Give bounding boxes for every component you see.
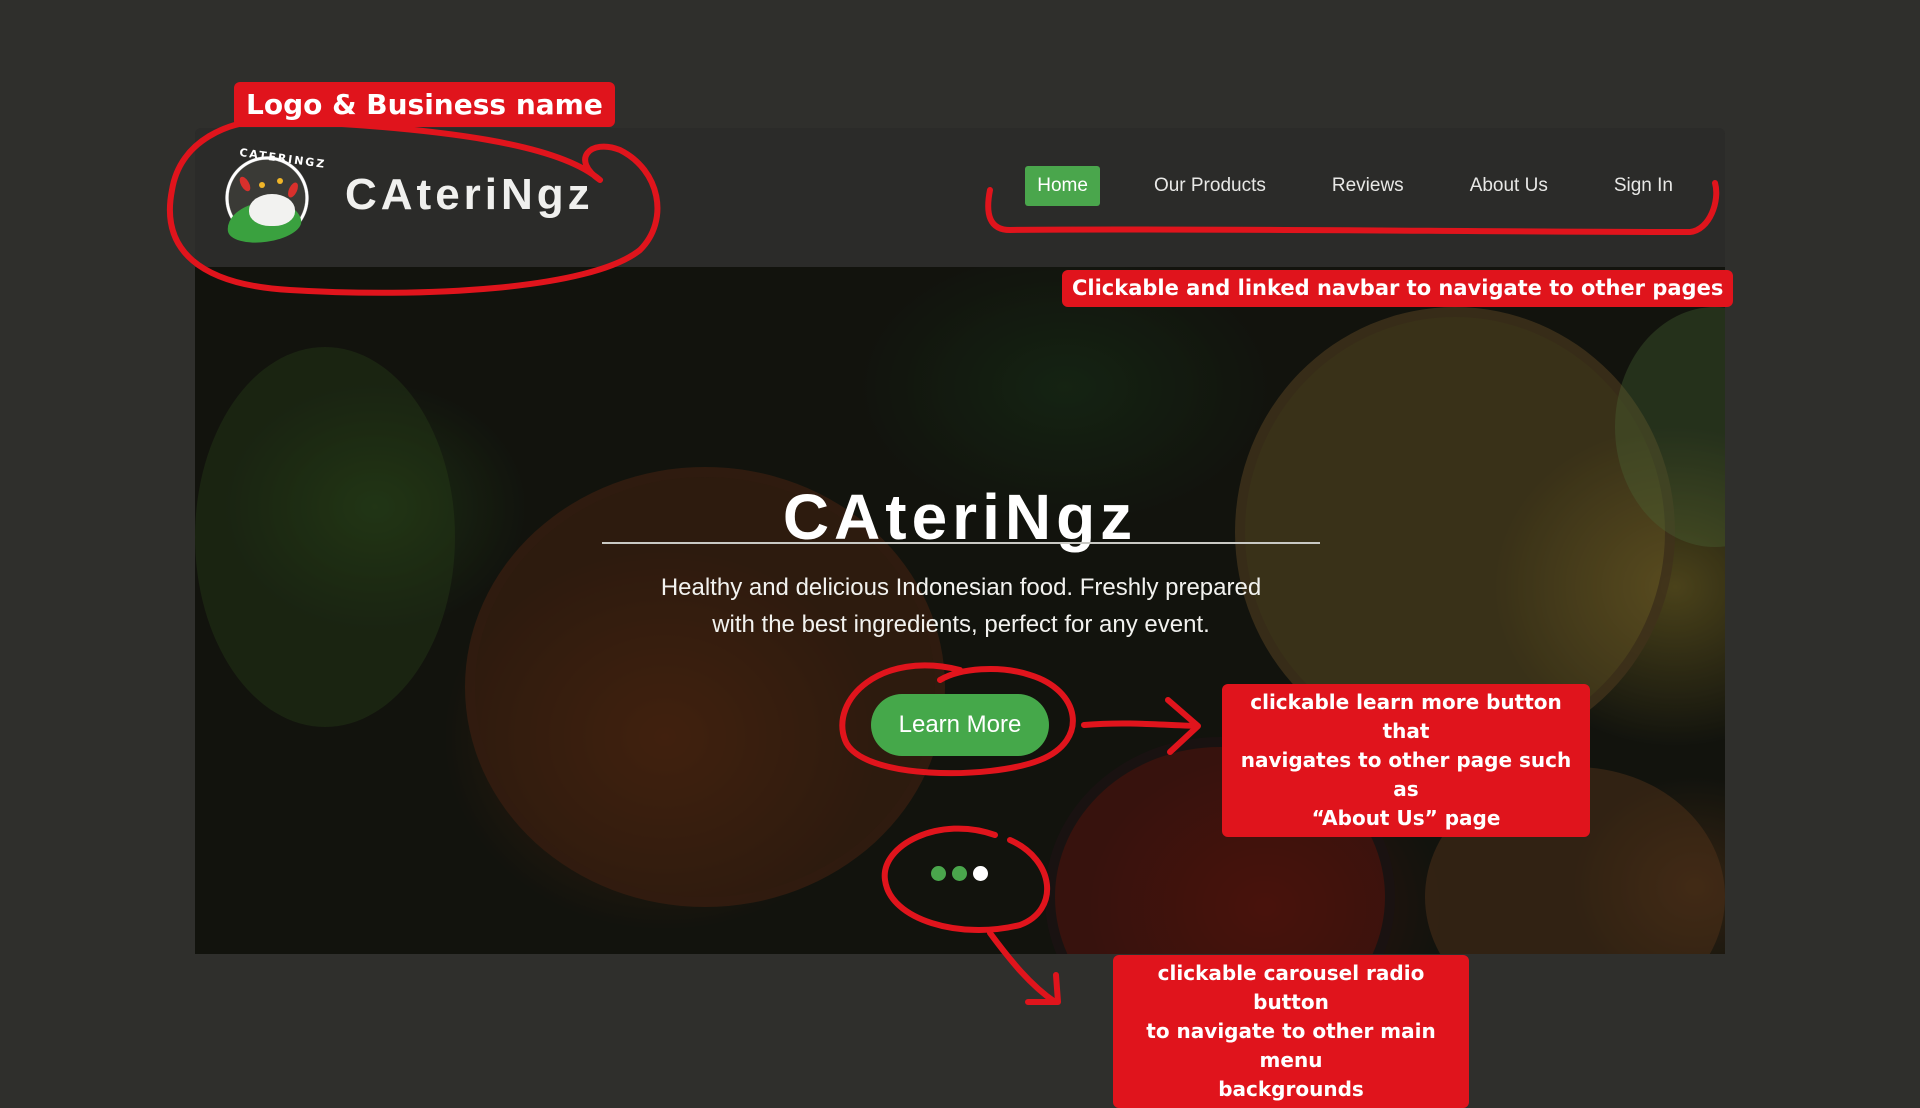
carousel-dot-2[interactable] <box>952 866 967 881</box>
annotation-learn-more-line-3: “About Us” page <box>1311 806 1501 830</box>
hero-subtitle-line-2: with the best ingredients, perfect for a… <box>712 611 1210 638</box>
annotation-learn-more-label: clickable learn more button that navigat… <box>1222 684 1590 837</box>
carousel-dots <box>931 866 988 881</box>
rice-shape <box>249 194 295 226</box>
spice-shape <box>277 178 283 184</box>
hero-divider <box>602 542 1320 544</box>
annotation-carousel-label: clickable carousel radio button to navig… <box>1113 955 1469 1108</box>
carousel-dot-1[interactable] <box>931 866 946 881</box>
hero-subtitle-line-1: Healthy and delicious Indonesian food. F… <box>660 574 1262 601</box>
hero-subtitle: Healthy and delicious Indonesian food. F… <box>590 569 1332 643</box>
logo-ring-text: CATERINGZ <box>238 145 328 172</box>
nav-item-sign-in[interactable]: Sign In <box>1602 166 1685 206</box>
catering-logo-icon[interactable]: CATERINGZ <box>211 142 327 254</box>
learn-more-button[interactable]: Learn More <box>871 694 1049 756</box>
annotation-learn-more-line-1: clickable learn more button that <box>1250 690 1562 743</box>
nav-item-reviews[interactable]: Reviews <box>1320 166 1416 206</box>
brand-name[interactable]: CAteriNgz <box>345 170 594 220</box>
carousel-dot-3[interactable] <box>973 866 988 881</box>
spice-shape <box>259 182 265 188</box>
navbar: CATERINGZ CAteriNgz Home Our Products Re… <box>195 128 1725 267</box>
nav-item-about-us[interactable]: About Us <box>1458 166 1560 206</box>
annotation-logo-label: Logo & Business name <box>234 82 615 127</box>
chili-shape <box>285 181 301 199</box>
annotation-carousel-line-3: backgrounds <box>1218 1077 1364 1101</box>
nav-menu: Home Our Products Reviews About Us Sign … <box>983 166 1685 206</box>
annotation-carousel-line-1: clickable carousel radio button <box>1157 961 1425 1014</box>
hero-banner: CAteriNgz Healthy and delicious Indonesi… <box>195 267 1725 954</box>
nav-item-home[interactable]: Home <box>1025 166 1100 206</box>
annotation-learn-more-line-2: navigates to other page such as <box>1240 748 1572 801</box>
annotation-navbar-label: Clickable and linked navbar to navigate … <box>1062 270 1734 307</box>
nav-item-our-products[interactable]: Our Products <box>1142 166 1278 206</box>
annotation-carousel-line-2: to navigate to other main menu <box>1146 1019 1436 1072</box>
chili-shape <box>237 175 253 193</box>
